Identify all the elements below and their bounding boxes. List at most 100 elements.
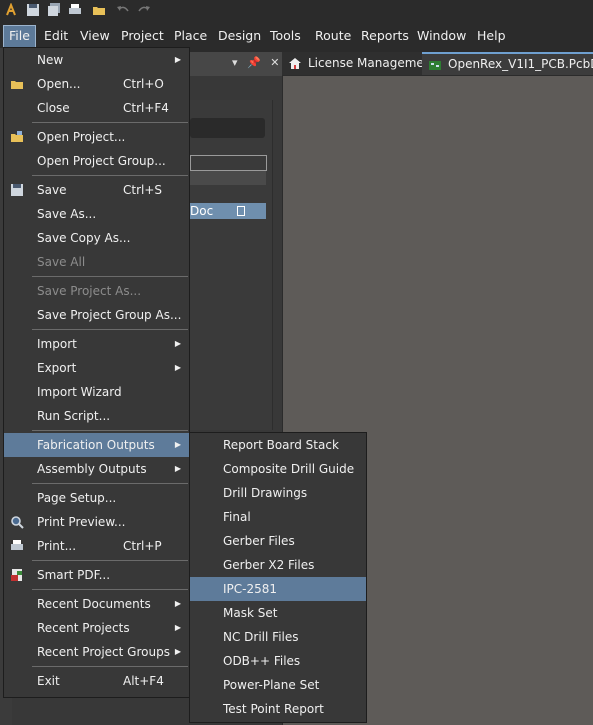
menu-item-print[interactable]: Print... Ctrl+P xyxy=(4,534,189,558)
redo-icon[interactable] xyxy=(137,3,151,17)
menu-item-import[interactable]: Import ▶ xyxy=(4,332,189,356)
menu-item-open-project-group[interactable]: Open Project Group... xyxy=(4,149,189,173)
menu-separator xyxy=(32,430,188,431)
submenu-arrow-icon: ▶ xyxy=(174,363,181,372)
undo-icon[interactable] xyxy=(116,3,130,17)
open-folder-icon xyxy=(11,81,23,89)
close-icon[interactable]: ✕ xyxy=(270,56,279,69)
panel-project-row[interactable] xyxy=(190,171,266,185)
menu-tools[interactable]: Tools xyxy=(265,25,306,46)
menu-item-export[interactable]: Export ▶ xyxy=(4,356,189,380)
menu-item-save-project-as[interactable]: Save Project As... xyxy=(4,279,189,303)
print-icon xyxy=(11,540,23,550)
menu-item-recent-documents[interactable]: Recent Documents ▶ xyxy=(4,592,189,616)
panel-menu-icon[interactable]: ▾ xyxy=(232,56,238,69)
save-icon[interactable] xyxy=(26,3,40,17)
menu-place[interactable]: Place xyxy=(169,25,212,46)
menu-item-label: New xyxy=(37,53,64,67)
submenu-item-drill-drawings[interactable]: Drill Drawings xyxy=(190,481,366,505)
menu-item-save-as[interactable]: Save As... xyxy=(4,202,189,226)
submenu-item-power-plane-set[interactable]: Power-Plane Set xyxy=(190,673,366,697)
menu-item-label: Run Script... xyxy=(37,409,111,423)
menu-bar: File Edit View Project Place Design Tool… xyxy=(0,23,593,48)
menu-item-open[interactable]: Open... Ctrl+O xyxy=(4,72,189,96)
menu-item-save[interactable]: Save Ctrl+S xyxy=(4,178,189,202)
menu-item-label: Save Project As... xyxy=(37,284,142,298)
submenu-item-mask-set[interactable]: Mask Set xyxy=(190,601,366,625)
menu-item-label: Export xyxy=(37,361,77,375)
menu-separator xyxy=(32,329,188,330)
menu-item-smart-pdf[interactable]: Smart PDF... xyxy=(4,563,189,587)
menu-item-label: Open... xyxy=(37,77,81,91)
tab-license-management[interactable]: License Management xyxy=(282,52,443,75)
menu-reports[interactable]: Reports xyxy=(356,25,414,46)
shortcut-label: Ctrl+O xyxy=(123,77,164,91)
submenu-item-gerber-files[interactable]: Gerber Files xyxy=(190,529,366,553)
menu-route[interactable]: Route xyxy=(310,25,356,46)
menu-item-label: Power-Plane Set xyxy=(223,678,320,692)
submenu-item-composite-drill-guide[interactable]: Composite Drill Guide xyxy=(190,457,366,481)
menu-item-label: Gerber Files xyxy=(223,534,295,548)
menu-item-label: Save As... xyxy=(37,207,97,221)
submenu-item-odb-files[interactable]: ODB++ Files xyxy=(190,649,366,673)
save-all-icon[interactable] xyxy=(47,3,61,17)
submenu-item-report-board-stack[interactable]: Report Board Stack xyxy=(190,433,366,457)
menu-item-label: Report Board Stack xyxy=(223,438,339,452)
menu-item-recent-projects[interactable]: Recent Projects ▶ xyxy=(4,616,189,640)
menu-item-label: Page Setup... xyxy=(37,491,117,505)
menu-item-new[interactable]: New ▶ xyxy=(4,48,189,72)
panel-project-field[interactable] xyxy=(190,155,267,171)
menu-file[interactable]: File xyxy=(3,25,36,48)
selected-document-row[interactable]: Doc xyxy=(186,203,266,219)
menu-item-label: Recent Project Groups xyxy=(37,645,170,659)
shortcut-label: Alt+F4 xyxy=(123,674,164,688)
panel-search-field[interactable] xyxy=(190,118,265,138)
menu-project[interactable]: Project xyxy=(116,25,169,46)
submenu-arrow-icon: ▶ xyxy=(174,440,181,449)
menu-separator xyxy=(32,560,188,561)
panel-controls: ▾ 📌 ✕ xyxy=(232,56,285,69)
menu-item-label: Assembly Outputs xyxy=(37,462,147,476)
submenu-item-ipc-2581[interactable]: IPC-2581 xyxy=(190,577,366,601)
menu-item-save-project-group-as[interactable]: Save Project Group As... xyxy=(4,303,189,327)
submenu-arrow-icon: ▶ xyxy=(174,339,181,348)
menu-item-close[interactable]: Close Ctrl+F4 xyxy=(4,96,189,120)
pin-icon[interactable]: 📌 xyxy=(247,56,261,69)
submenu-item-final[interactable]: Final xyxy=(190,505,366,529)
pcb-document-icon xyxy=(429,61,441,70)
menu-item-label: NC Drill Files xyxy=(223,630,299,644)
submenu-arrow-icon: ▶ xyxy=(174,623,181,632)
menu-edit[interactable]: Edit xyxy=(39,25,73,46)
submenu-item-gerber-x2-files[interactable]: Gerber X2 Files xyxy=(190,553,366,577)
fabrication-outputs-submenu: Report Board Stack Composite Drill Guide… xyxy=(189,432,367,723)
open-folder-icon[interactable] xyxy=(92,3,106,17)
submenu-item-nc-drill-files[interactable]: NC Drill Files xyxy=(190,625,366,649)
submenu-item-test-point-report[interactable]: Test Point Report xyxy=(190,697,366,721)
submenu-arrow-icon: ▶ xyxy=(174,647,181,656)
menu-item-run-script[interactable]: Run Script... xyxy=(4,404,189,428)
menu-item-save-all[interactable]: Save All xyxy=(4,250,189,274)
menu-view[interactable]: View xyxy=(75,25,115,46)
print-icon[interactable] xyxy=(68,3,82,17)
menu-help[interactable]: Help xyxy=(472,25,511,46)
menu-item-open-project[interactable]: Open Project... xyxy=(4,125,189,149)
tab-pcb-document[interactable]: OpenRex_V1I1_PCB.PcbDoc xyxy=(422,52,593,75)
tab-label: License Management xyxy=(308,56,437,70)
menu-item-recent-project-groups[interactable]: Recent Project Groups ▶ xyxy=(4,640,189,664)
menu-item-fabrication-outputs[interactable]: Fabrication Outputs ▶ xyxy=(4,433,189,457)
menu-item-label: Open Project... xyxy=(37,130,126,144)
document-page-icon xyxy=(237,206,245,216)
menu-item-label: Smart PDF... xyxy=(37,568,111,582)
menu-design[interactable]: Design xyxy=(213,25,266,46)
menu-item-assembly-outputs[interactable]: Assembly Outputs ▶ xyxy=(4,457,189,481)
menu-item-page-setup[interactable]: Page Setup... xyxy=(4,486,189,510)
print-preview-icon xyxy=(11,516,24,529)
menu-separator xyxy=(32,483,188,484)
menu-item-import-wizard[interactable]: Import Wizard xyxy=(4,380,189,404)
menu-item-label: Composite Drill Guide xyxy=(223,462,355,476)
menu-window[interactable]: Window xyxy=(412,25,471,46)
menu-item-print-preview[interactable]: Print Preview... xyxy=(4,510,189,534)
menu-item-label: Test Point Report xyxy=(223,702,324,716)
menu-item-exit[interactable]: Exit Alt+F4 xyxy=(4,669,189,693)
menu-item-save-copy-as[interactable]: Save Copy As... xyxy=(4,226,189,250)
